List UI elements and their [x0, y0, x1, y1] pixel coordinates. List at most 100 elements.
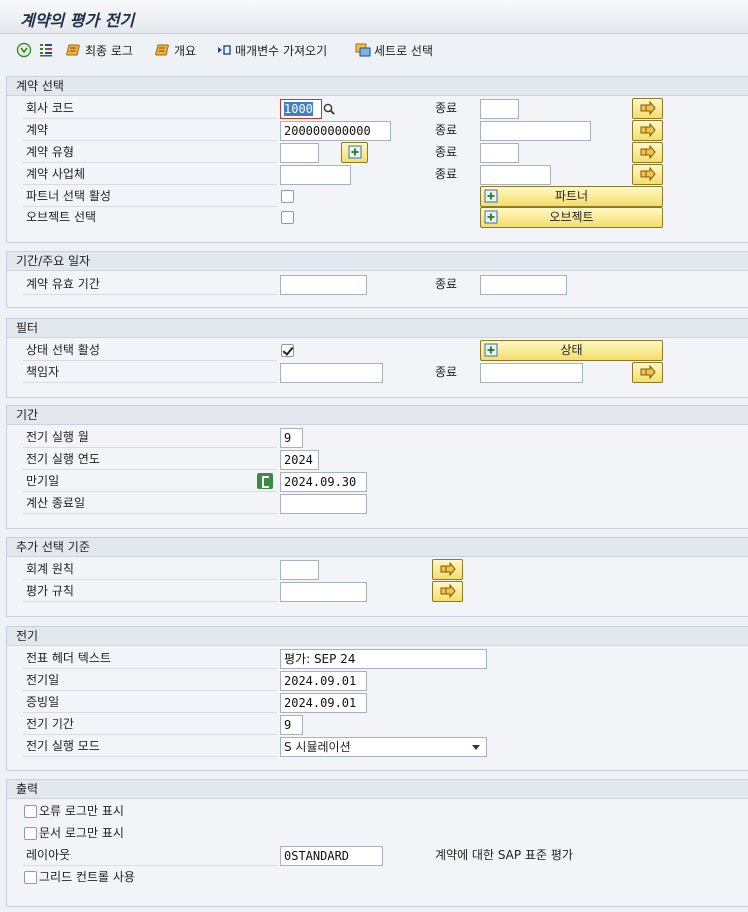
contract-type-label: 계약 유형	[23, 143, 277, 163]
add-selection-icon	[484, 189, 498, 203]
selection-set-button[interactable]: 세트로 선택	[355, 41, 433, 59]
calendar-green-icon[interactable]	[257, 473, 273, 489]
error-log-only-checkbox[interactable]	[24, 805, 37, 818]
partner-button-label: 파트너	[554, 189, 589, 203]
accounting-principle-row: 회계 원칙	[7, 559, 748, 580]
group-title: 추가 선택 기준	[7, 538, 748, 557]
page-title: 계약의 평가 전기	[20, 11, 135, 30]
responsible-to-label: 종료	[435, 365, 458, 379]
search-help-icon[interactable]	[322, 101, 336, 117]
responsible-from-input[interactable]	[280, 363, 383, 383]
contract-type-to-label: 종료	[435, 145, 458, 159]
execute-button[interactable]	[16, 41, 32, 59]
due-date-label: 만기일	[23, 472, 277, 492]
validity-row: 계약 유효 기간 종료	[7, 275, 748, 295]
accounting-principle-multiple-button[interactable]	[432, 559, 463, 580]
partner-active-checkbox[interactable]	[281, 190, 294, 203]
accounting-principle-input[interactable]	[280, 560, 319, 580]
header-text-input[interactable]: 평가: SEP 24	[280, 649, 487, 669]
grid-control-checkbox[interactable]	[24, 871, 37, 884]
add-selection-icon	[484, 343, 498, 357]
valuation-rule-label: 평가 규칙	[23, 582, 277, 602]
multiple-selection-arrow-icon	[440, 584, 456, 598]
object-select-checkbox[interactable]	[281, 211, 294, 224]
calc-end-label: 계산 종료일	[23, 494, 277, 514]
responsible-to-input[interactable]	[480, 363, 583, 383]
posting-date-input[interactable]: 2024.09.01	[280, 671, 367, 691]
posting-year-label: 전기 실행 연도	[23, 450, 277, 470]
contract-type-multiple-button[interactable]	[632, 142, 663, 163]
validity-from-input[interactable]	[280, 275, 367, 295]
contract-multiple-button[interactable]	[632, 120, 663, 141]
document-date-row: 증빙일 2024.09.01	[7, 693, 748, 713]
multiple-selection-arrow-icon	[640, 123, 656, 137]
header-text-row: 전표 헤더 텍스트 평가: SEP 24	[7, 649, 748, 669]
responsible-label: 책임자	[23, 363, 277, 383]
due-date-input[interactable]: 2024.09.30	[280, 472, 367, 492]
application-toolbar: 최종 로그 개요 매개변수 가져오기 세트로 선택	[0, 34, 748, 66]
status-active-checkbox[interactable]	[281, 344, 294, 357]
group-title: 출력	[7, 780, 748, 799]
posting-period-row: 전기 기간 9	[7, 715, 748, 735]
last-log-button[interactable]: 최종 로그	[66, 41, 133, 59]
posting-month-input[interactable]: 9	[280, 428, 303, 448]
group-title: 전기	[7, 627, 748, 646]
contract-input[interactable]: 200000000000	[280, 121, 391, 141]
status-button[interactable]: 상태	[480, 340, 663, 361]
scroll-overview-icon	[155, 42, 171, 58]
partner-active-label: 파트너 선택 활성	[23, 187, 277, 207]
posting-period-input[interactable]: 9	[280, 715, 303, 735]
contract-type-input[interactable]	[280, 143, 319, 163]
layout-label: 레이아웃	[23, 846, 277, 866]
contract-to-input[interactable]	[480, 121, 591, 141]
contract-entity-label: 계약 사업체	[23, 165, 277, 185]
posting-month-label: 전기 실행 월	[23, 428, 277, 448]
company-code-value: 1000	[284, 102, 313, 116]
contract-entity-to-input[interactable]	[480, 165, 551, 185]
run-mode-row: 전기 실행 모드 S 시뮬레이션	[7, 737, 748, 757]
due-date-row: 만기일 2024.09.30	[7, 472, 748, 492]
posting-month-row: 전기 실행 월 9	[7, 428, 748, 448]
company-code-to-input[interactable]	[480, 99, 519, 119]
posting-group: 전기 전표 헤더 텍스트 평가: SEP 24 전기일 2024.09.01 증…	[6, 626, 748, 771]
document-date-label: 증빙일	[23, 693, 277, 713]
group-title: 기간/주요 일자	[7, 252, 748, 271]
contract-label: 계약	[23, 121, 277, 141]
posting-year-input[interactable]: 2024	[280, 450, 319, 470]
run-mode-label: 전기 실행 모드	[23, 737, 277, 757]
grid-control-row: 그리드 컨트롤 사용	[7, 868, 748, 888]
run-mode-dropdown[interactable]: S 시뮬레이션	[280, 737, 487, 757]
calc-end-input[interactable]	[280, 494, 367, 514]
overview-button[interactable]: 개요	[155, 41, 196, 59]
object-button[interactable]: 오브젝트	[480, 207, 663, 228]
list-variant-icon	[38, 42, 54, 58]
multiple-selection-arrow-icon	[640, 145, 656, 159]
company-code-input[interactable]: 1000	[280, 99, 322, 119]
contract-entity-input[interactable]	[280, 165, 351, 185]
chevron-down-icon[interactable]	[472, 745, 480, 750]
valuation-rule-input[interactable]	[280, 582, 367, 602]
partner-button[interactable]: 파트너	[480, 186, 663, 207]
get-variant-button[interactable]: 매개변수 가져오기	[216, 41, 327, 59]
posting-date-row: 전기일 2024.09.01	[7, 671, 748, 691]
validity-to-label: 종료	[435, 277, 458, 291]
multiple-selection-arrow-icon	[640, 365, 656, 379]
responsible-multiple-button[interactable]	[632, 362, 663, 383]
object-select-row: 오브젝트 선택 오브젝트	[7, 207, 748, 228]
status-button-label: 상태	[560, 343, 583, 357]
additional-criteria-group: 추가 선택 기준 회계 원칙 평가 규칙	[6, 537, 748, 617]
layout-description: 계약에 대한 SAP 표준 평가	[435, 848, 573, 862]
doc-log-only-checkbox[interactable]	[24, 827, 37, 840]
variant-list-button[interactable]	[38, 41, 54, 59]
document-date-input[interactable]: 2024.09.01	[280, 693, 367, 713]
contract-type-add-button[interactable]	[341, 142, 368, 163]
contract-entity-multiple-button[interactable]	[632, 164, 663, 185]
company-code-label: 회사 코드	[23, 99, 277, 119]
company-code-multiple-button[interactable]	[632, 98, 663, 119]
valuation-rule-multiple-button[interactable]	[432, 581, 463, 602]
contract-type-to-input[interactable]	[480, 143, 519, 163]
layout-input[interactable]: 0STANDARD	[280, 846, 383, 866]
status-active-row: 상태 선택 활성 상태	[7, 340, 748, 361]
layout-row: 레이아웃 0STANDARD 계약에 대한 SAP 표준 평가	[7, 846, 748, 866]
validity-to-input[interactable]	[480, 275, 567, 295]
